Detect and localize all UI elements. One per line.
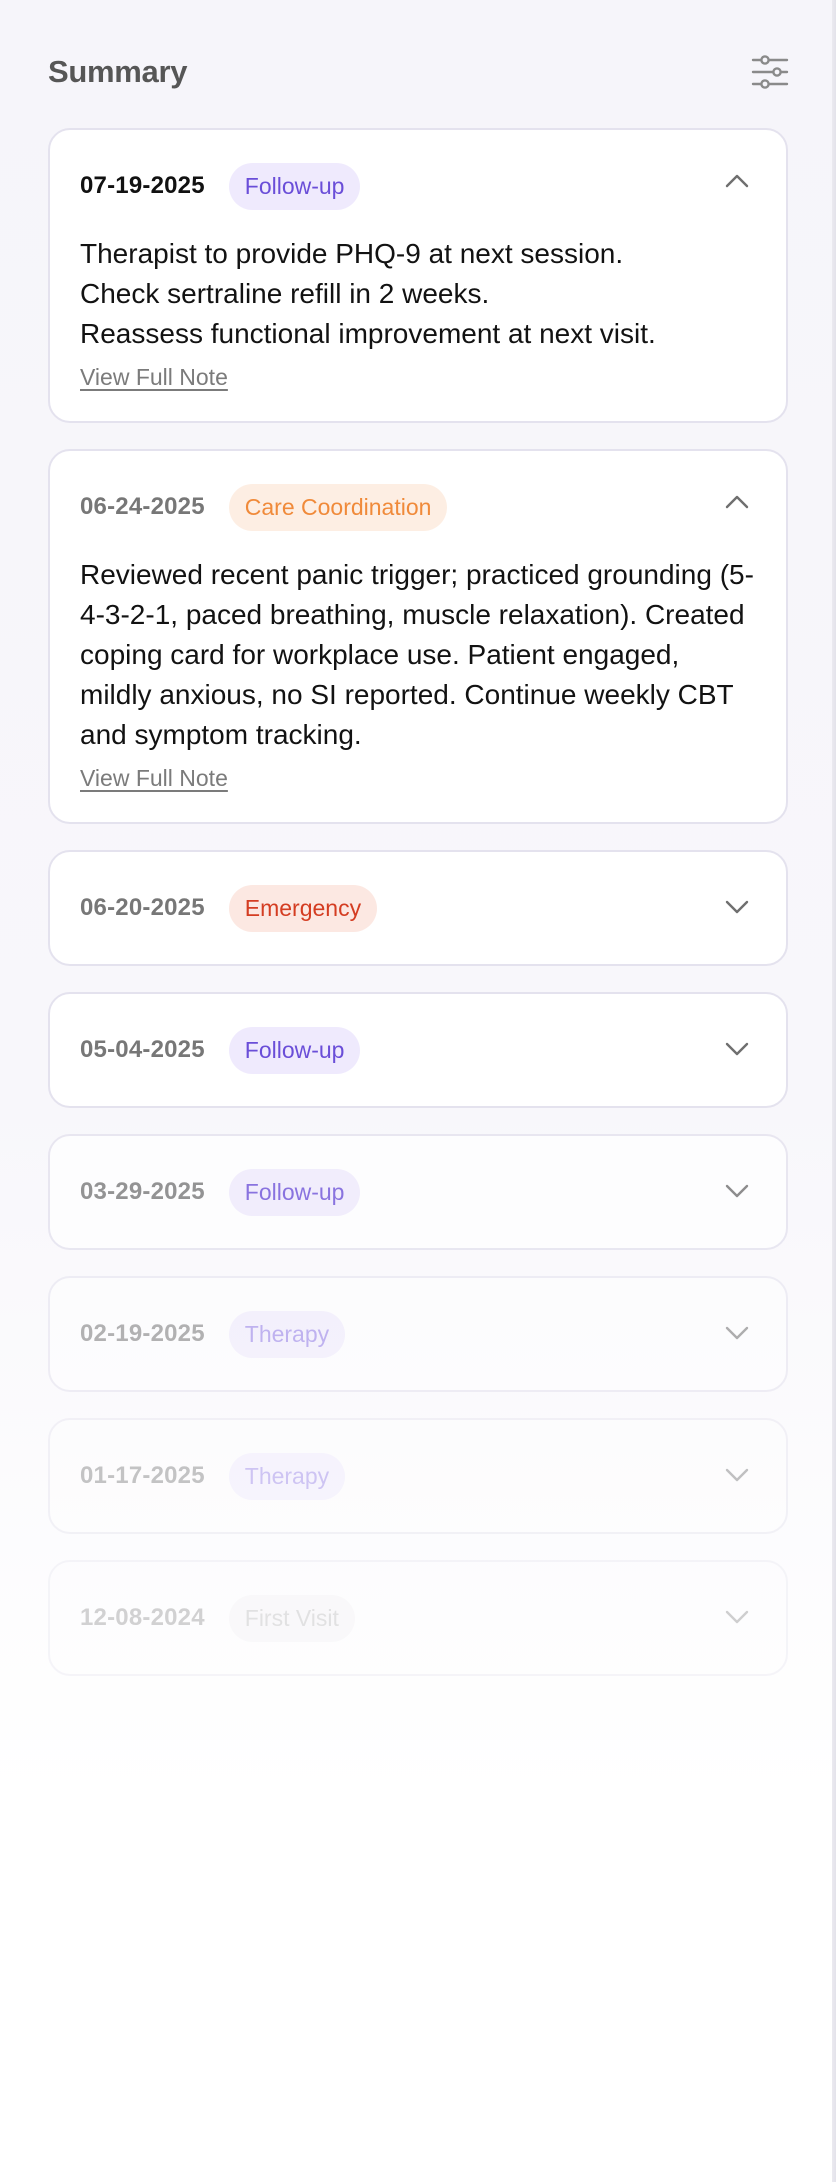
expand-toggle[interactable]	[724, 894, 750, 920]
card-header[interactable]: 12-08-2024 First Visit	[80, 1562, 756, 1674]
note-line: Check sertraline refill in 2 weeks.	[80, 278, 490, 309]
expand-toggle[interactable]	[724, 1604, 750, 1630]
page-header: Summary	[48, 48, 789, 96]
sliders-icon	[751, 55, 789, 89]
entry-date: 02-19-2025	[80, 1320, 205, 1347]
collapse-toggle[interactable]	[724, 168, 750, 194]
expand-toggle[interactable]	[724, 1320, 750, 1346]
chevron-down-icon	[725, 1468, 749, 1482]
entry-date: 01-17-2025	[80, 1462, 205, 1489]
visit-type-badge: Follow-up	[228, 162, 361, 210]
summary-card: 06-24-2025 Care Coordination Reviewed re…	[48, 449, 788, 824]
expand-toggle[interactable]	[724, 1178, 750, 1204]
card-header[interactable]: 05-04-2025 Follow-up	[80, 994, 756, 1106]
chevron-down-icon	[725, 1184, 749, 1198]
filter-button[interactable]	[748, 50, 792, 94]
visit-type-badge: First Visit	[228, 1594, 355, 1642]
note-line: Reassess functional improvement at next …	[80, 318, 656, 349]
expand-toggle[interactable]	[724, 1036, 750, 1062]
entry-date: 06-24-2025	[80, 493, 205, 520]
chevron-down-icon	[725, 900, 749, 914]
summary-card: 03-29-2025 Follow-up	[48, 1134, 788, 1250]
page-title: Summary	[48, 54, 188, 89]
scrollbar-track[interactable]	[832, 0, 836, 2182]
visit-type-badge: Follow-up	[228, 1168, 361, 1216]
visit-type-badge: Therapy	[228, 1310, 346, 1358]
entry-date: 12-08-2024	[80, 1604, 205, 1631]
card-header[interactable]: 07-19-2025 Follow-up	[80, 130, 756, 242]
summary-card: 06-20-2025 Emergency	[48, 850, 788, 966]
card-body: Reviewed recent panic trigger; practiced…	[80, 555, 756, 822]
note-line: Therapist to provide PHQ-9 at next sessi…	[80, 238, 624, 269]
summary-list: 07-19-2025 Follow-up Therapist to provid…	[48, 128, 788, 1702]
chevron-down-icon	[725, 1610, 749, 1624]
visit-type-badge: Follow-up	[228, 1026, 361, 1074]
chevron-up-icon	[725, 174, 749, 188]
entry-date: 05-04-2025	[80, 1036, 205, 1063]
collapse-toggle[interactable]	[724, 489, 750, 515]
card-header[interactable]: 01-17-2025 Therapy	[80, 1420, 756, 1532]
summary-card: 01-17-2025 Therapy	[48, 1418, 788, 1534]
card-header[interactable]: 03-29-2025 Follow-up	[80, 1136, 756, 1248]
card-body: Therapist to provide PHQ-9 at next sessi…	[80, 234, 756, 421]
summary-card: 12-08-2024 First Visit	[48, 1560, 788, 1676]
summary-card: 02-19-2025 Therapy	[48, 1276, 788, 1392]
chevron-down-icon	[725, 1042, 749, 1056]
visit-type-badge: Emergency	[228, 884, 378, 932]
visit-type-badge: Therapy	[228, 1452, 346, 1500]
card-header[interactable]: 06-20-2025 Emergency	[80, 852, 756, 964]
summary-card: 07-19-2025 Follow-up Therapist to provid…	[48, 128, 788, 423]
entry-date: 07-19-2025	[80, 172, 205, 199]
entry-date: 03-29-2025	[80, 1178, 205, 1205]
note-text: Reviewed recent panic trigger; practiced…	[80, 559, 754, 750]
visit-type-badge: Care Coordination	[228, 483, 448, 531]
summary-card: 05-04-2025 Follow-up	[48, 992, 788, 1108]
view-full-note-link[interactable]: View Full Note	[80, 765, 228, 792]
chevron-up-icon	[725, 495, 749, 509]
expand-toggle[interactable]	[724, 1462, 750, 1488]
view-full-note-link[interactable]: View Full Note	[80, 364, 228, 391]
card-header[interactable]: 06-24-2025 Care Coordination	[80, 451, 756, 563]
entry-date: 06-20-2025	[80, 894, 205, 921]
chevron-down-icon	[725, 1326, 749, 1340]
card-header[interactable]: 02-19-2025 Therapy	[80, 1278, 756, 1390]
